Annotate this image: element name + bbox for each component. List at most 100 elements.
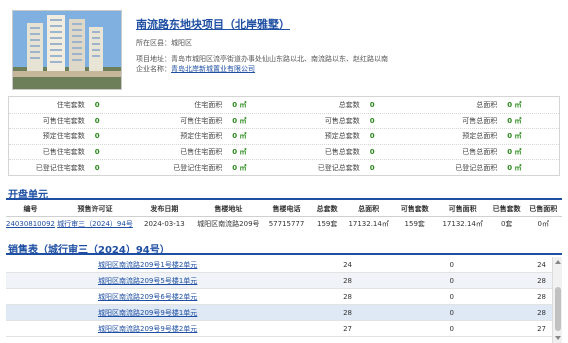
stat-label: 总套数 xyxy=(338,100,360,109)
project-title-link[interactable]: 南流路东地块项目（北岸雅墅） xyxy=(136,16,290,32)
stat-label: 住宅套数 xyxy=(56,100,85,109)
stat-value: 0 ㎡ xyxy=(232,148,247,157)
stat-value: 0 xyxy=(94,100,100,109)
stat-label: 预定住宅面积 xyxy=(180,132,223,141)
stat-value: 0 xyxy=(369,132,375,141)
stat-value: 0 ㎡ xyxy=(232,100,247,109)
table-cell: 城行审三（2024）94号 xyxy=(55,216,135,231)
stat-label: 已售住宅套数 xyxy=(42,148,85,157)
stat-label: 总面积 xyxy=(476,100,498,109)
building-unit-link[interactable]: 城阳区南流路209号9号楼2单元 xyxy=(6,324,340,334)
stat-label: 预定总面积 xyxy=(462,132,498,141)
table-cell: 0㎡ xyxy=(537,219,549,228)
stat-label: 预定总套数 xyxy=(324,132,360,141)
stat-label: 已登记住宅套数 xyxy=(35,163,85,172)
building-unit-link[interactable]: 城阳区南流路209号9号楼1单元 xyxy=(6,308,340,318)
stats-row: 住宅套数 0 住宅面积 0 ㎡ 总套数 0 总面积 0 ㎡ xyxy=(9,97,559,113)
project-card: 南流路东地块项目（北岸雅墅） 所在区县：城阳区 项目地址：青岛市城阳区流亭街道办… xyxy=(8,8,560,92)
building-unit-link[interactable]: 城阳区南流路209号6号楼2单元 xyxy=(6,292,340,302)
table-row[interactable]: 城阳区南流路209号1号楼2单元 24 0 24 xyxy=(6,257,552,273)
table-row[interactable]: 城阳区南流路209号5号楼1单元 28 0 28 xyxy=(6,273,552,289)
table-cell: 0套 xyxy=(500,219,513,228)
stat-label: 可售住宅面积 xyxy=(180,116,223,125)
table-cell: 57715777 xyxy=(268,219,305,228)
column-header: 已售面积 xyxy=(524,202,562,217)
section-divider xyxy=(6,253,562,255)
stats-row: 可售住宅套数 0 可售住宅面积 0 ㎡ 可售总套数 0 可售总面积 0 ㎡ xyxy=(9,112,559,129)
building-unit-link[interactable]: 城阳区南流路209号5号楼1单元 xyxy=(6,276,340,286)
open-units-table: 编号 预售许可证 发布日期 售楼地址 售楼电话 总套数 总面积 可售套数 可售面积 已售套数 已售面… xyxy=(6,202,562,231)
sold-count: 0 xyxy=(449,308,454,317)
column-header: 可售面积 xyxy=(436,202,489,217)
stat-value: 0 ㎡ xyxy=(507,148,522,157)
table-cell: 2024-03-13 xyxy=(143,219,185,228)
sales-scrollbar[interactable] xyxy=(552,257,562,343)
total-count: 28 xyxy=(343,276,352,285)
project-photo[interactable] xyxy=(12,10,122,90)
table-cell: 24030810092 xyxy=(6,216,55,231)
stat-value: 0 ㎡ xyxy=(232,132,247,141)
sales-table: 城阳区南流路209号1号楼2单元 24 0 24 城阳区南流路209号5号楼1单元 28 0… xyxy=(6,257,552,337)
stats-row: 预定住宅套数 0 预定住宅面积 0 ㎡ 预定总套数 0 预定总面积 0 ㎡ xyxy=(9,128,559,144)
scroll-thumb[interactable] xyxy=(555,287,561,331)
table-row[interactable]: 城阳区南流路209号9号楼2单元 27 0 27 xyxy=(6,321,552,337)
stat-label: 可售总套数 xyxy=(324,116,360,125)
project-stats-grid: 住宅套数 0 住宅面积 0 ㎡总套数 0 总面积 0 ㎡可售住宅套数 0 可售住宅面积 0 ㎡可售… xyxy=(8,96,560,176)
stat-label: 已售住宅面积 xyxy=(180,148,223,157)
available-count: 28 xyxy=(537,292,546,301)
district-text: 所在区县：城阳区 xyxy=(136,39,192,47)
total-count: 27 xyxy=(343,324,352,333)
stat-value: 0 ㎡ xyxy=(507,100,522,109)
stat-label: 已售总套数 xyxy=(324,148,360,157)
stat-value: 0 ㎡ xyxy=(232,163,247,172)
available-count: 28 xyxy=(537,276,546,285)
table-row[interactable]: 城阳区南流路209号9号楼1单元 28 0 28 xyxy=(6,305,552,321)
stat-label: 已登记住宅面积 xyxy=(173,163,223,172)
stat-value: 0 xyxy=(94,116,100,125)
building-unit-link[interactable]: 城阳区南流路209号1号楼2单元 xyxy=(6,260,340,270)
stat-value: 0 xyxy=(369,163,375,172)
table-row[interactable]: 城阳区南流路209号6号楼2单元 28 0 28 xyxy=(6,289,552,305)
stat-value: 0 xyxy=(94,148,100,157)
unit-id-link[interactable]: 24030810092 xyxy=(6,220,55,228)
sold-count: 0 xyxy=(449,276,454,285)
total-count: 28 xyxy=(343,292,352,301)
stat-value: 0 xyxy=(369,100,375,109)
column-header: 预售许可证 xyxy=(55,202,135,217)
stat-label: 已登记总面积 xyxy=(455,163,498,172)
stat-label: 预定住宅套数 xyxy=(42,132,85,141)
stat-label: 可售住宅套数 xyxy=(42,116,85,125)
presale-permit-link[interactable]: 城行审三（2024）94号 xyxy=(57,220,133,228)
stat-value: 0 xyxy=(369,116,375,125)
sold-count: 0 xyxy=(449,260,454,269)
table-row: 24030810092 城行审三（2024）94号 2024-03-13 城阳区南流路… xyxy=(6,216,562,231)
address-text: 项目地址：青岛市城阳区流亭街道办事处仙山东路以北、南流路以东、赵红路以南 xyxy=(136,55,388,63)
column-header: 售楼电话 xyxy=(263,202,311,217)
table-cell: 17132.14㎡ xyxy=(348,219,389,228)
total-count: 28 xyxy=(343,308,352,317)
available-count: 27 xyxy=(537,324,546,333)
section-divider xyxy=(6,198,562,200)
stats-row: 已售住宅套数 0 已售住宅面积 0 ㎡ 已售总套数 0 已售总面积 0 ㎡ xyxy=(9,143,559,160)
stat-value: 0 ㎡ xyxy=(507,163,522,172)
column-header: 总套数 xyxy=(310,202,345,217)
stat-label: 可售总面积 xyxy=(462,116,498,125)
available-count: 28 xyxy=(537,308,546,317)
developer-line: 企业名称：青岛北岸新城置业有限公司 xyxy=(136,64,255,74)
column-header: 编号 xyxy=(6,202,55,217)
scroll-up-arrow-icon[interactable] xyxy=(555,260,561,264)
scroll-down-arrow-icon[interactable] xyxy=(555,336,561,340)
stat-value: 0 ㎡ xyxy=(507,132,522,141)
stat-value: 0 xyxy=(94,132,100,141)
table-cell: 159套 xyxy=(316,219,338,228)
column-header: 已售套数 xyxy=(488,202,525,217)
table-cell: 17132.14㎡ xyxy=(442,219,483,228)
available-count: 24 xyxy=(537,260,546,269)
developer-link[interactable]: 青岛北岸新城置业有限公司 xyxy=(171,65,255,73)
table-cell: 城阳区南流路209号 xyxy=(197,219,260,228)
total-count: 24 xyxy=(343,260,352,269)
stats-row: 已登记住宅套数 0 已登记住宅面积 0 ㎡ 已登记总套数 0 已登记总面积 0 ㎡ xyxy=(9,159,559,175)
sold-count: 0 xyxy=(449,324,454,333)
developer-label: 企业名称： xyxy=(136,65,171,73)
stat-value: 0 xyxy=(94,163,100,172)
